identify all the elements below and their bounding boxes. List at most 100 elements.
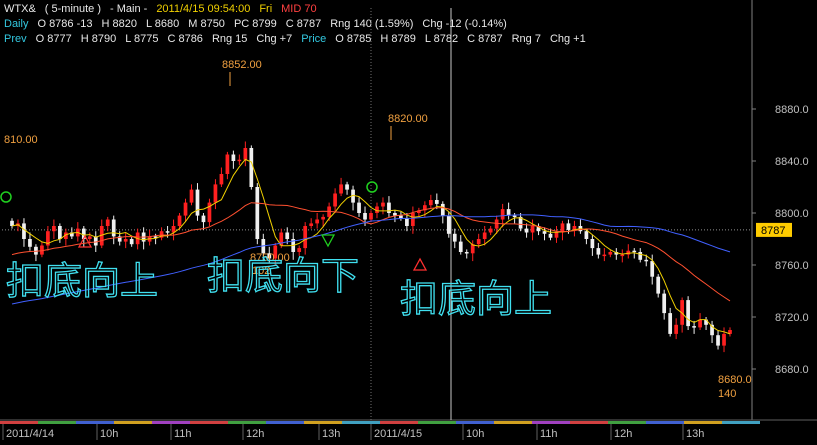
candle-body: [303, 226, 308, 249]
candle-body: [129, 239, 134, 245]
x-tick-label: 2011/4/15: [374, 428, 422, 440]
candle-body: [177, 215, 182, 226]
candle-body: [464, 252, 469, 254]
candle-body: [596, 248, 601, 255]
candle-body: [345, 184, 349, 190]
price-annotation: 8680.0: [718, 374, 752, 386]
candle-body: [566, 223, 571, 230]
candle-body: [716, 335, 720, 346]
candle-body: [644, 259, 649, 262]
y-tick-label: 8720.0: [775, 312, 809, 324]
candle-body: [488, 228, 493, 233]
time-strip-segment: [152, 421, 190, 424]
candle-body: [87, 236, 92, 239]
x-tick-label: 10h: [100, 428, 118, 440]
candle-body: [399, 215, 403, 219]
time-strip-segment: [456, 421, 494, 424]
signal-label: 扣底向上: [400, 277, 552, 321]
candle-body: [476, 239, 481, 245]
candle-body: [309, 223, 314, 226]
candle-body: [357, 202, 361, 213]
candle-body: [686, 300, 690, 327]
candle-body: [405, 218, 409, 226]
x-tick-label: 11h: [540, 428, 558, 440]
candle-body: [22, 223, 26, 239]
y-tick-label: 8680.0: [775, 364, 809, 376]
time-strip-segment: [532, 421, 570, 424]
candle-body: [189, 189, 194, 203]
candle-body: [548, 233, 553, 238]
candle-body: [722, 333, 726, 346]
candle-body: [512, 215, 517, 218]
candle-body: [237, 159, 242, 162]
time-strip-segment: [266, 421, 304, 424]
y-tick-label: 8880.0: [775, 104, 809, 116]
x-tick-label: 11h: [174, 428, 192, 440]
candle-body: [315, 219, 320, 224]
candle-body: [632, 250, 637, 253]
candle-body: [434, 200, 439, 204]
time-strip-segment: [608, 421, 646, 424]
time-strip-segment: [342, 421, 380, 424]
candle-body: [249, 148, 254, 187]
candle-body: [58, 226, 62, 239]
time-strip-segment: [114, 421, 152, 424]
candle-body: [201, 215, 206, 223]
last-price-tag-label: 8787: [761, 225, 785, 237]
candle-body: [482, 232, 487, 239]
signal-label: 扣底向上: [6, 259, 158, 303]
candle-body: [105, 219, 110, 226]
candle-body: [363, 213, 367, 220]
candle-body: [93, 236, 98, 246]
candle-body: [225, 154, 230, 174]
x-tick-label: 2011/4/14: [6, 428, 54, 440]
time-strip-segment: [646, 421, 684, 424]
candle-body: [530, 226, 535, 233]
chart-window: WTX&( 5-minute ) - Main -2011/4/15 09:54:…: [0, 0, 817, 445]
signal-circle: [366, 181, 378, 193]
candle-body: [219, 174, 224, 185]
candle-body: [500, 209, 505, 220]
candle-body: [333, 193, 337, 207]
candle-body: [662, 293, 667, 314]
buy-signal-triangle: [412, 257, 428, 271]
candle-body: [446, 215, 451, 234]
candle-body: [656, 276, 661, 294]
candle-body: [626, 250, 631, 255]
candle-body: [608, 252, 613, 255]
x-tick-label: 12h: [246, 428, 264, 440]
candle-body: [554, 232, 559, 238]
candle-body: [381, 202, 385, 207]
candle-body: [321, 216, 325, 220]
candle-body: [524, 228, 529, 233]
x-tick-label: 12h: [614, 428, 632, 440]
time-strip-segment: [418, 421, 456, 424]
candle-body: [339, 184, 343, 194]
candle-body: [620, 254, 625, 257]
candle-body: [542, 231, 547, 234]
candle-body: [650, 261, 655, 277]
candle-body: [638, 252, 643, 260]
time-strip-segment: [304, 421, 342, 424]
price-annotation: 8820.00: [388, 113, 428, 125]
y-tick-label: 8840.0: [775, 156, 809, 168]
candle-body: [506, 209, 511, 216]
candle-body: [369, 213, 373, 220]
time-strip-segment: [228, 421, 266, 424]
candle-body: [452, 233, 457, 242]
price-annotation: 8852.00: [222, 59, 262, 71]
candle-body: [243, 148, 248, 160]
candle-body: [183, 202, 188, 216]
signal-label: 扣底向下: [207, 254, 359, 298]
candle-body: [393, 213, 397, 216]
candle-body: [297, 248, 302, 252]
time-strip-segment: [38, 421, 76, 424]
candle-body: [668, 313, 673, 334]
price-chart[interactable]: 8880.0 8840.0 8800.0 8760.0 8720.0 8680.0 8787…: [0, 0, 817, 445]
candle-body: [231, 154, 236, 161]
candle-body: [458, 241, 463, 252]
candle-body: [494, 219, 499, 229]
candle-body: [165, 231, 170, 233]
candle-body: [428, 200, 433, 206]
time-strip-segment: [0, 421, 38, 424]
